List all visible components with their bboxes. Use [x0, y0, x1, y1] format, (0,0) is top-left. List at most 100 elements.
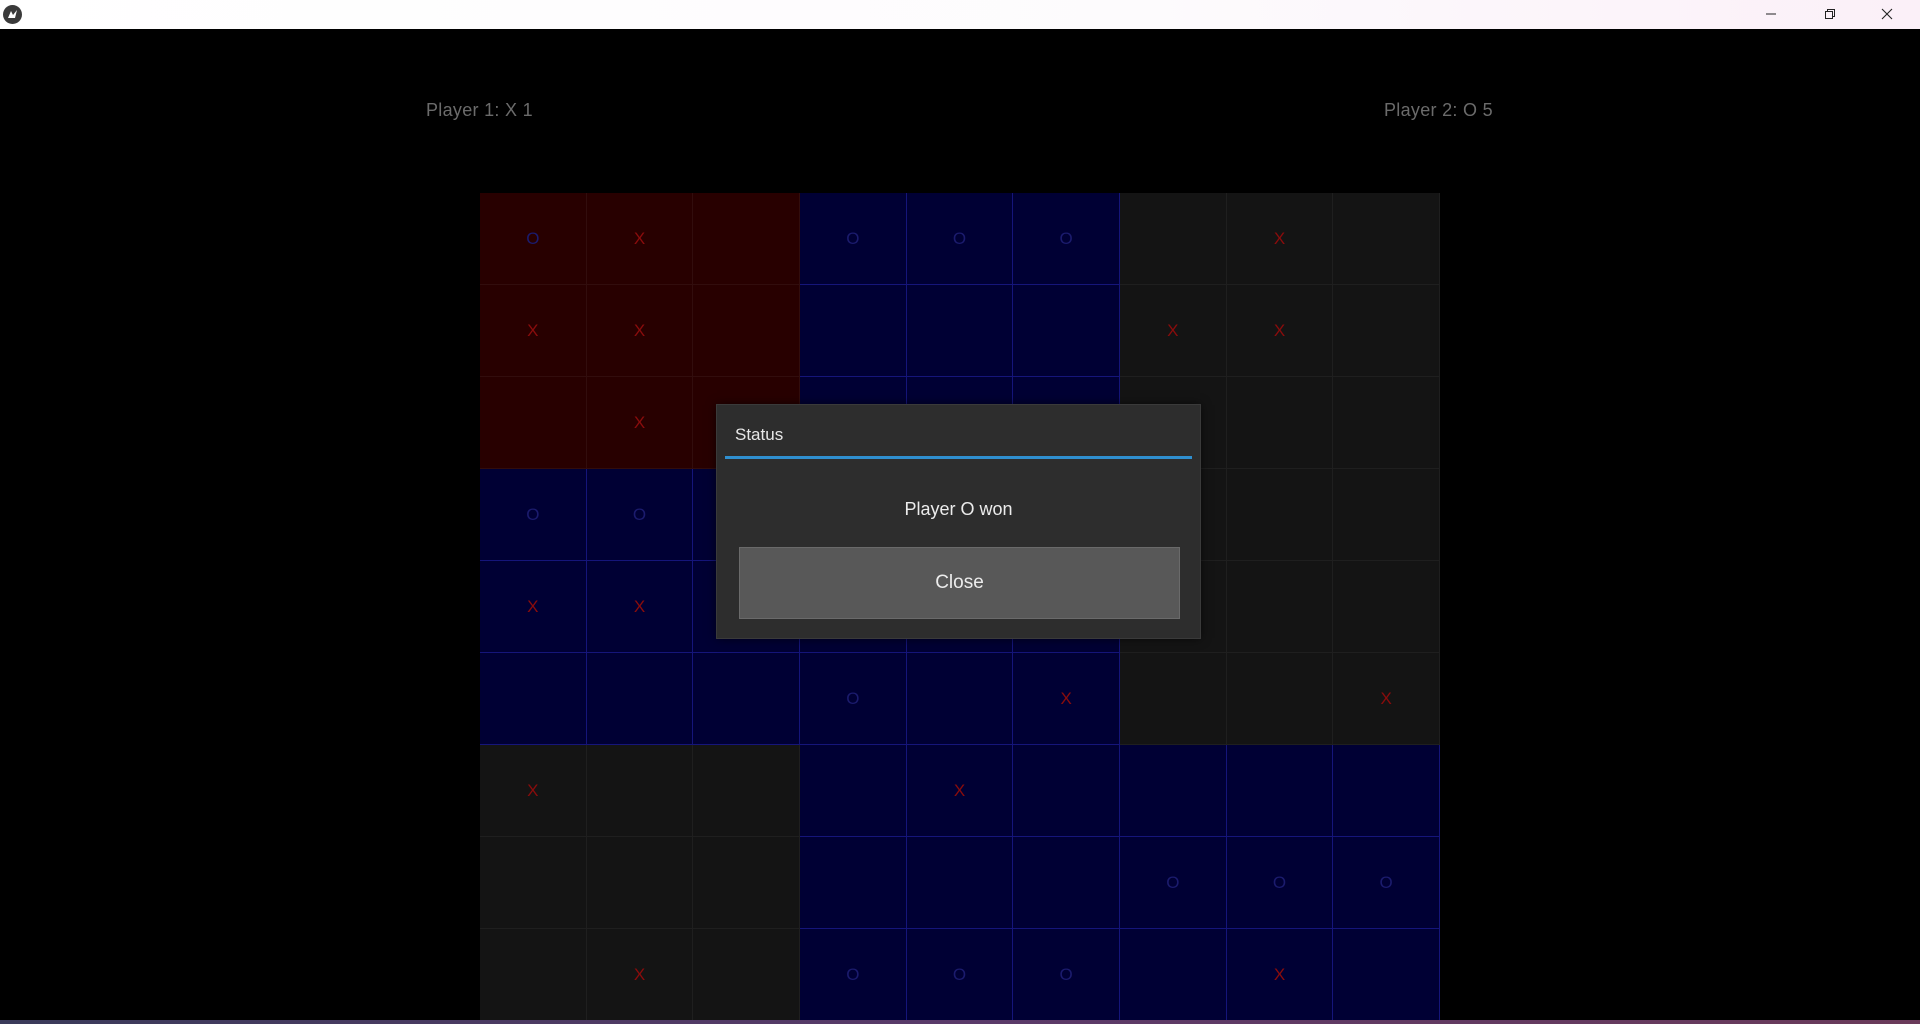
board-cell[interactable]: X	[586, 561, 694, 653]
board-cell[interactable]: X	[1226, 193, 1334, 285]
board-cell[interactable]: O	[1013, 929, 1120, 1021]
player2-score: Player 2: O 5	[1384, 100, 1493, 120]
board-cell[interactable]	[1013, 837, 1120, 929]
board-cell[interactable]: O	[800, 193, 907, 285]
board-cell[interactable]: X	[480, 745, 587, 837]
board-cell[interactable]	[906, 653, 1014, 745]
board-cell[interactable]	[1333, 561, 1440, 653]
board-cell[interactable]	[1333, 193, 1440, 285]
board-cell[interactable]	[1333, 469, 1440, 561]
x-mark: X	[633, 228, 646, 248]
board-cell[interactable]: X	[480, 285, 587, 377]
o-mark: O	[526, 228, 540, 248]
board-cell[interactable]	[480, 653, 587, 745]
close-window-button[interactable]	[1858, 0, 1916, 29]
x-mark: X	[527, 780, 539, 800]
board-cell[interactable]	[906, 285, 1014, 377]
board-cell[interactable]: O	[906, 193, 1014, 285]
board-cell[interactable]: O	[1013, 193, 1120, 285]
board-cell[interactable]	[1013, 745, 1120, 837]
board-cell[interactable]	[1120, 193, 1227, 285]
board-cell[interactable]	[800, 285, 907, 377]
board-cell[interactable]: O	[1226, 837, 1334, 929]
board-cell[interactable]	[1226, 469, 1334, 561]
board-cell[interactable]: X	[906, 745, 1014, 837]
board-cell[interactable]	[586, 837, 694, 929]
board-cell[interactable]	[1226, 653, 1334, 745]
board-cell[interactable]	[1333, 745, 1440, 837]
board-cell[interactable]	[693, 837, 800, 929]
board-cell[interactable]: X	[480, 561, 587, 653]
board-cell[interactable]	[800, 745, 907, 837]
o-mark: O	[1379, 872, 1393, 892]
board-cell[interactable]	[800, 837, 907, 929]
board-cell[interactable]	[1333, 929, 1440, 1021]
o-mark: O	[1272, 872, 1287, 892]
board-cell[interactable]: O	[1120, 837, 1227, 929]
x-mark: X	[633, 596, 646, 616]
board-cell[interactable]	[586, 745, 694, 837]
board-cell[interactable]: O	[800, 653, 907, 745]
board-cell[interactable]	[1226, 377, 1334, 469]
minimize-button[interactable]	[1742, 0, 1800, 29]
board-cell[interactable]: O	[800, 929, 907, 1021]
restore-button[interactable]	[1801, 0, 1859, 29]
board-cell[interactable]: O	[480, 469, 587, 561]
board-cell[interactable]	[906, 837, 1014, 929]
minimize-icon	[1765, 5, 1777, 24]
board-cell[interactable]: X	[586, 193, 694, 285]
player1-score: Player 1: X 1	[426, 100, 533, 120]
board-cell[interactable]	[586, 653, 694, 745]
board-cell[interactable]	[693, 193, 800, 285]
board-cell[interactable]: X	[586, 929, 694, 1021]
board-cell[interactable]	[1226, 745, 1334, 837]
board-cell[interactable]: X	[1013, 653, 1120, 745]
board-cell[interactable]	[693, 745, 800, 837]
x-mark: X	[1167, 320, 1179, 340]
board-cell[interactable]	[693, 653, 800, 745]
o-mark: O	[846, 688, 860, 708]
board-cell[interactable]: X	[1226, 929, 1334, 1021]
board-cell[interactable]	[1333, 377, 1440, 469]
restore-icon	[1824, 5, 1836, 24]
board-cell[interactable]: X	[586, 377, 694, 469]
board-cell[interactable]	[1333, 285, 1440, 377]
board-cell[interactable]	[480, 377, 587, 469]
board-cell[interactable]	[1120, 653, 1227, 745]
board-cell[interactable]	[480, 929, 587, 1021]
board-cell[interactable]: O	[480, 193, 587, 285]
o-mark: O	[1059, 964, 1073, 984]
board-cell[interactable]	[480, 837, 587, 929]
o-mark: O	[846, 964, 860, 984]
board-cell[interactable]	[1120, 929, 1227, 1021]
board-cell[interactable]: X	[1120, 285, 1227, 377]
board-cell[interactable]: X	[586, 285, 694, 377]
board-cell[interactable]	[693, 285, 800, 377]
board-cell[interactable]	[693, 929, 800, 1021]
x-mark: X	[953, 780, 966, 800]
board-cell[interactable]: O	[586, 469, 694, 561]
close-icon	[1881, 5, 1893, 24]
board-cell[interactable]	[1120, 745, 1227, 837]
x-mark: X	[633, 964, 646, 984]
kivy-icon	[3, 5, 22, 24]
board-cell[interactable]: X	[1226, 285, 1334, 377]
o-mark: O	[632, 504, 647, 524]
board-cell[interactable]: X	[1333, 653, 1440, 745]
o-mark: O	[952, 228, 967, 248]
subboard-9: O O O X	[1120, 745, 1440, 1021]
board-cell[interactable]	[1013, 285, 1120, 377]
board-cell[interactable]	[1226, 561, 1334, 653]
subboard-8: X O O O	[800, 745, 1120, 1021]
o-mark: O	[1059, 228, 1073, 248]
x-mark: X	[1060, 688, 1072, 708]
board-cell[interactable]: O	[1333, 837, 1440, 929]
x-mark: X	[527, 320, 539, 340]
x-mark: X	[633, 320, 646, 340]
close-button[interactable]: Close	[739, 547, 1180, 619]
dialog-title: Status	[735, 425, 784, 444]
o-mark: O	[1166, 872, 1180, 892]
x-mark: X	[1273, 964, 1286, 984]
board-cell[interactable]: O	[906, 929, 1014, 1021]
o-mark: O	[526, 504, 540, 524]
